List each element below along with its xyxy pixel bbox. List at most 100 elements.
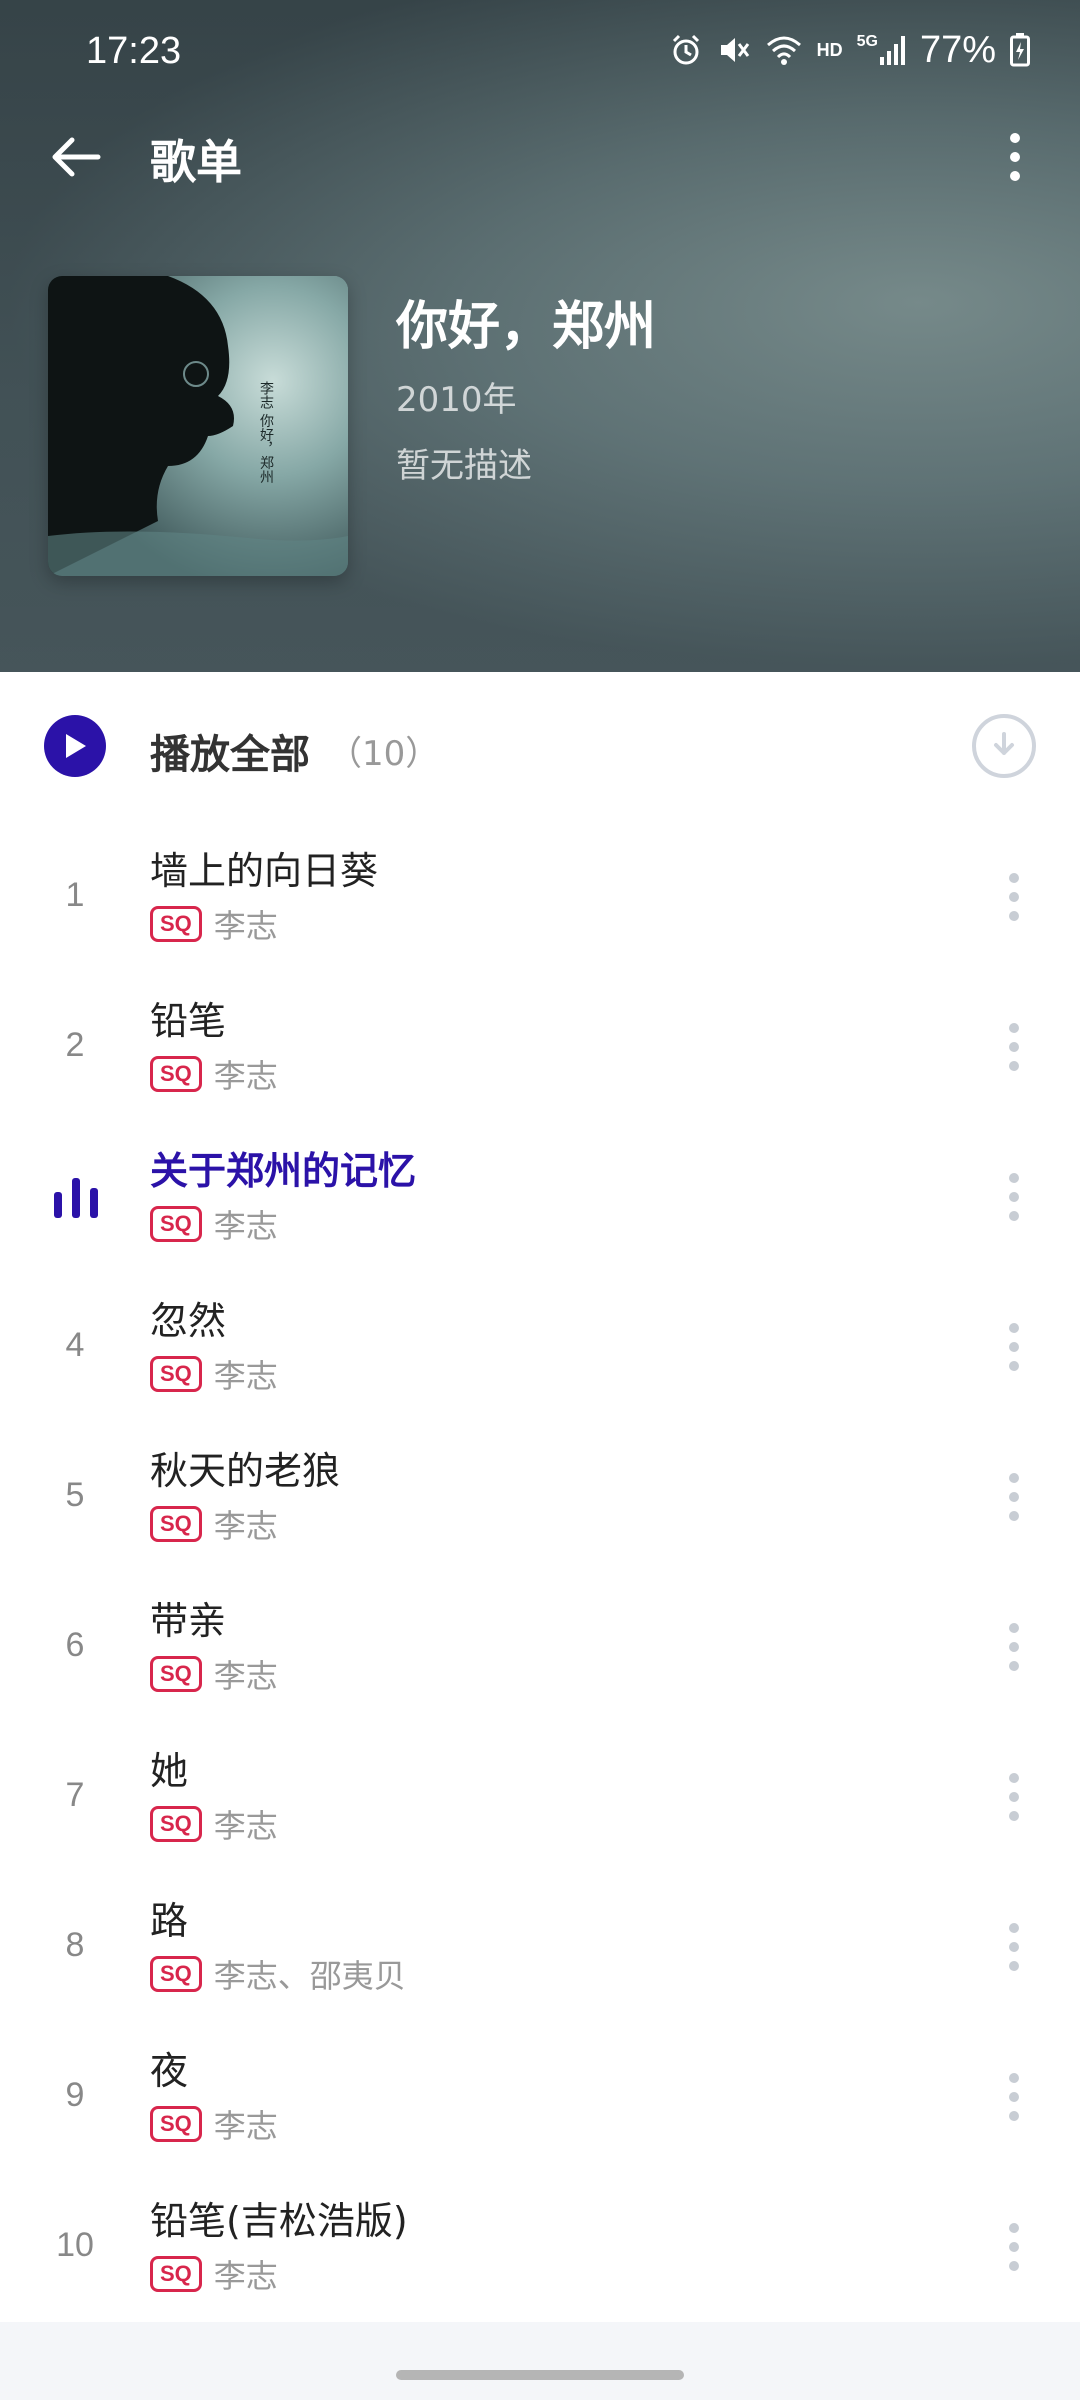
- song-index: 7: [65, 1776, 85, 1814]
- album-description[interactable]: 暂无描述: [396, 438, 532, 487]
- song-title: 关于郑州的记忆: [150, 1149, 417, 1193]
- sq-quality-badge: SQ: [150, 1956, 202, 1992]
- song-title: 铅笔(吉松浩版): [150, 2199, 408, 2243]
- top-app-bar: 歌单: [0, 110, 1080, 200]
- more-vertical-icon: [1009, 1623, 1019, 1671]
- song-title: 夜: [150, 2049, 189, 2093]
- song-artist: 李志: [213, 1057, 278, 1095]
- song-meta: SQ 李志: [150, 1354, 278, 1395]
- sq-quality-badge: SQ: [150, 2256, 202, 2292]
- song-index: 1: [65, 876, 85, 914]
- cover-text: 李志 你好，郑州: [258, 381, 274, 484]
- more-vertical-icon: [1009, 873, 1019, 921]
- song-index: 6: [65, 1626, 85, 1664]
- more-vertical-icon: [1009, 1473, 1019, 1521]
- play-all-label[interactable]: 播放全部: [150, 722, 310, 780]
- more-vertical-icon: [1009, 1773, 1019, 1821]
- status-bar: 17:23 HD 5G 77%: [0, 0, 1080, 100]
- download-all-button[interactable]: [972, 714, 1036, 778]
- song-title: 铅笔: [150, 999, 227, 1043]
- more-vertical-icon: [1009, 1173, 1019, 1221]
- song-more-button[interactable]: [984, 1616, 1044, 1678]
- sq-quality-badge: SQ: [150, 1806, 202, 1842]
- song-row[interactable]: 关于郑州的记忆 SQ 李志: [0, 1122, 1080, 1272]
- song-more-button[interactable]: [984, 1166, 1044, 1228]
- status-icons: HD 5G 77%: [669, 26, 1030, 74]
- album-cover[interactable]: 李志 你好，郑州: [48, 276, 348, 576]
- more-vertical-icon: [1009, 1023, 1019, 1071]
- play-all-button[interactable]: [44, 715, 106, 777]
- song-meta: SQ 李志、邵夷贝: [150, 1954, 406, 1995]
- song-artist: 李志: [213, 1807, 278, 1845]
- song-row[interactable]: 9 夜 SQ 李志: [0, 2022, 1080, 2172]
- song-more-button[interactable]: [984, 866, 1044, 928]
- song-more-button[interactable]: [984, 2066, 1044, 2128]
- song-meta: SQ 李志: [150, 1054, 278, 1095]
- song-title: 忽然: [150, 1299, 227, 1343]
- song-more-button[interactable]: [984, 1016, 1044, 1078]
- now-playing-icon: [52, 1176, 100, 1218]
- play-all-bar[interactable]: 播放全部 （10）: [0, 672, 1080, 822]
- 5g-signal-icon: 5G: [857, 33, 906, 67]
- song-more-button[interactable]: [984, 2216, 1044, 2278]
- song-more-button[interactable]: [984, 1916, 1044, 1978]
- song-meta: SQ 李志: [150, 1804, 278, 1845]
- network-label: 5G: [856, 33, 878, 50]
- song-index: 9: [65, 2076, 85, 2114]
- more-vertical-icon: [1009, 1323, 1019, 1371]
- song-title: 墙上的向日葵: [150, 849, 379, 893]
- song-index: 8: [65, 1926, 85, 1964]
- wifi-icon: [765, 33, 803, 67]
- sq-quality-badge: SQ: [150, 906, 202, 942]
- play-all-count: （10）: [328, 734, 440, 774]
- page-title: 歌单: [150, 135, 242, 189]
- song-row[interactable]: 5 秋天的老狼 SQ 李志: [0, 1422, 1080, 1572]
- song-title: 秋天的老狼: [150, 1449, 341, 1493]
- song-meta: SQ 李志: [150, 1504, 278, 1545]
- more-options-button[interactable]: [980, 122, 1050, 192]
- song-title: 她: [150, 1749, 189, 1793]
- song-index: 4: [65, 1326, 85, 1364]
- song-list: 1 墙上的向日葵 SQ 李志 2 铅笔 SQ 李志 关于郑州的记忆 SQ 李志 4 忽然 SQ 李志 5 秋天的…: [0, 822, 1080, 2322]
- home-indicator[interactable]: [396, 2370, 684, 2380]
- song-artist: 李志: [213, 1357, 278, 1395]
- song-artist: 李志: [213, 2107, 278, 2145]
- back-button[interactable]: [40, 122, 110, 192]
- song-more-button[interactable]: [984, 1316, 1044, 1378]
- song-row[interactable]: 4 忽然 SQ 李志: [0, 1272, 1080, 1422]
- song-meta: SQ 李志: [150, 2254, 278, 2295]
- album-year: 2010年: [396, 380, 517, 420]
- song-title: 路: [150, 1899, 189, 1943]
- sq-quality-badge: SQ: [150, 1356, 202, 1392]
- song-more-button[interactable]: [984, 1466, 1044, 1528]
- play-icon: [66, 734, 86, 758]
- song-more-button[interactable]: [984, 1766, 1044, 1828]
- more-vertical-icon: [1009, 2073, 1019, 2121]
- song-index: 5: [65, 1476, 85, 1514]
- sq-quality-badge: SQ: [150, 1206, 202, 1242]
- song-row[interactable]: 6 带亲 SQ 李志: [0, 1572, 1080, 1722]
- more-vertical-icon: [1010, 133, 1020, 181]
- sq-quality-badge: SQ: [150, 2106, 202, 2142]
- song-artist: 李志: [213, 1657, 278, 1695]
- song-meta: SQ 李志: [150, 904, 278, 945]
- battery-percent: 77%: [919, 28, 996, 71]
- sq-quality-badge: SQ: [150, 1506, 202, 1542]
- album-title: 你好，郑州: [396, 297, 657, 357]
- song-row[interactable]: 1 墙上的向日葵 SQ 李志: [0, 822, 1080, 972]
- status-time: 17:23: [86, 30, 182, 72]
- battery-icon: [1010, 33, 1030, 67]
- song-row[interactable]: 2 铅笔 SQ 李志: [0, 972, 1080, 1122]
- song-index: 2: [65, 1026, 85, 1064]
- song-meta: SQ 李志: [150, 1654, 278, 1695]
- song-artist: 李志: [213, 907, 278, 945]
- sq-quality-badge: SQ: [150, 1056, 202, 1092]
- mute-icon: [717, 33, 751, 67]
- alarm-icon: [669, 33, 703, 67]
- song-artist: 李志: [213, 1507, 278, 1545]
- song-row[interactable]: 10 铅笔(吉松浩版) SQ 李志: [0, 2172, 1080, 2322]
- song-row[interactable]: 8 路 SQ 李志、邵夷贝: [0, 1872, 1080, 2022]
- song-row[interactable]: 7 她 SQ 李志: [0, 1722, 1080, 1872]
- back-arrow-icon: [52, 137, 101, 177]
- sq-quality-badge: SQ: [150, 1656, 202, 1692]
